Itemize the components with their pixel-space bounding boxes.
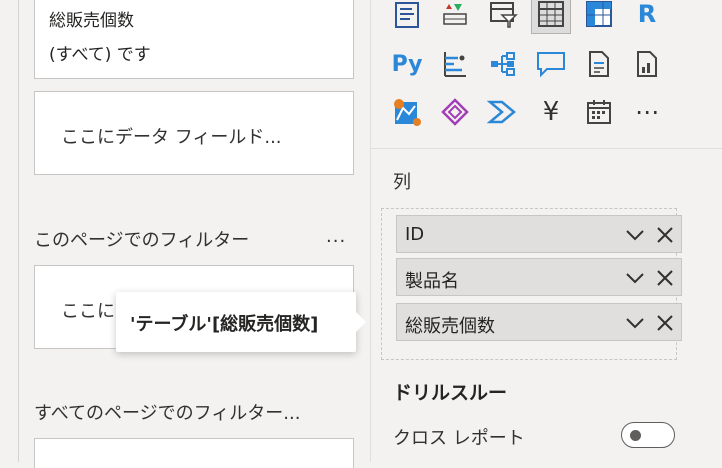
key-influencers-icon[interactable] xyxy=(435,44,475,84)
close-icon[interactable] xyxy=(655,225,675,245)
paginated-report-icon[interactable] xyxy=(579,44,619,84)
columns-well-label: 列 xyxy=(393,172,411,193)
smart-narrative-icon[interactable] xyxy=(627,44,667,84)
cross-report-label: クロス レポート xyxy=(393,428,525,449)
tooltip-text: 'テーブル'[総販売個数] xyxy=(130,314,319,335)
field-tooltip: 'テーブル'[総販売個数] xyxy=(116,292,366,352)
columns-field-well[interactable]: ID 製品名 総販売個数 xyxy=(381,208,682,360)
power-apps-icon[interactable] xyxy=(435,92,475,132)
more-visuals-label: ⋯ xyxy=(635,98,659,126)
close-icon[interactable] xyxy=(655,268,675,288)
all-pages-filters-title: すべてのページでのフィルター... xyxy=(34,403,301,424)
page-filters-title: このページでのフィルター xyxy=(34,230,250,251)
filter-card-title: 総販売個数 xyxy=(49,11,134,31)
chevron-down-icon[interactable] xyxy=(625,313,645,333)
visual-filter-drop-zone[interactable]: ここにデータ フィールド... xyxy=(34,91,354,175)
r-label: R xyxy=(637,0,657,28)
field-chip-label: 総販売個数 xyxy=(405,316,495,337)
power-automate-icon[interactable] xyxy=(483,92,523,132)
filters-pane: 総販売個数 (すべて) です ここにデータ フィールド... このページでのフィ… xyxy=(0,0,370,468)
drillthrough-title: ドリルスルー xyxy=(393,382,508,404)
pane-divider xyxy=(18,0,19,462)
yen-icon[interactable]: ¥ xyxy=(531,92,571,132)
drop-placeholder: ここに xyxy=(61,301,115,322)
qa-icon[interactable] xyxy=(531,44,571,84)
text-box-icon[interactable] xyxy=(387,0,427,34)
close-icon[interactable] xyxy=(655,313,675,333)
section-divider xyxy=(371,148,722,149)
yen-label: ¥ xyxy=(542,97,560,127)
more-visuals-icon[interactable]: ⋯ xyxy=(627,92,667,132)
field-chip-product-name[interactable]: 製品名 xyxy=(396,258,682,296)
field-chip-total-sales[interactable]: 総販売個数 xyxy=(396,303,682,341)
matrix-icon[interactable] xyxy=(579,0,619,34)
table-filter-icon[interactable] xyxy=(483,0,523,34)
decomposition-tree-icon[interactable] xyxy=(483,44,523,84)
chevron-down-icon[interactable] xyxy=(625,268,645,288)
calendar-icon[interactable] xyxy=(579,92,619,132)
all-pages-filter-drop-zone[interactable] xyxy=(34,438,354,468)
cross-report-toggle[interactable] xyxy=(621,422,675,448)
azure-map-icon[interactable] xyxy=(387,92,427,132)
filter-card-value: (すべて) です xyxy=(49,45,151,65)
r-script-icon[interactable]: R xyxy=(627,0,667,34)
toggle-knob xyxy=(630,430,641,441)
tooltip-arrow xyxy=(356,312,366,332)
waterfall-icon[interactable] xyxy=(435,0,475,34)
field-chip-label: ID xyxy=(405,224,425,245)
python-label: Py xyxy=(391,51,423,77)
filter-card-total-sales[interactable]: 総販売個数 (すべて) です xyxy=(34,0,354,79)
page-filters-more-button[interactable]: ... xyxy=(326,226,346,247)
drop-placeholder: ここにデータ フィールド... xyxy=(61,127,282,148)
field-chip-label: 製品名 xyxy=(405,271,459,292)
python-icon[interactable]: Py xyxy=(387,44,427,84)
chevron-down-icon[interactable] xyxy=(625,225,645,245)
visualizations-pane: R Py ¥ ⋯ 列 ID 製品名 総販売個数 ドリルスルー クロス レポート xyxy=(370,0,722,462)
table-icon[interactable] xyxy=(531,0,571,34)
field-chip-id[interactable]: ID xyxy=(396,215,682,253)
